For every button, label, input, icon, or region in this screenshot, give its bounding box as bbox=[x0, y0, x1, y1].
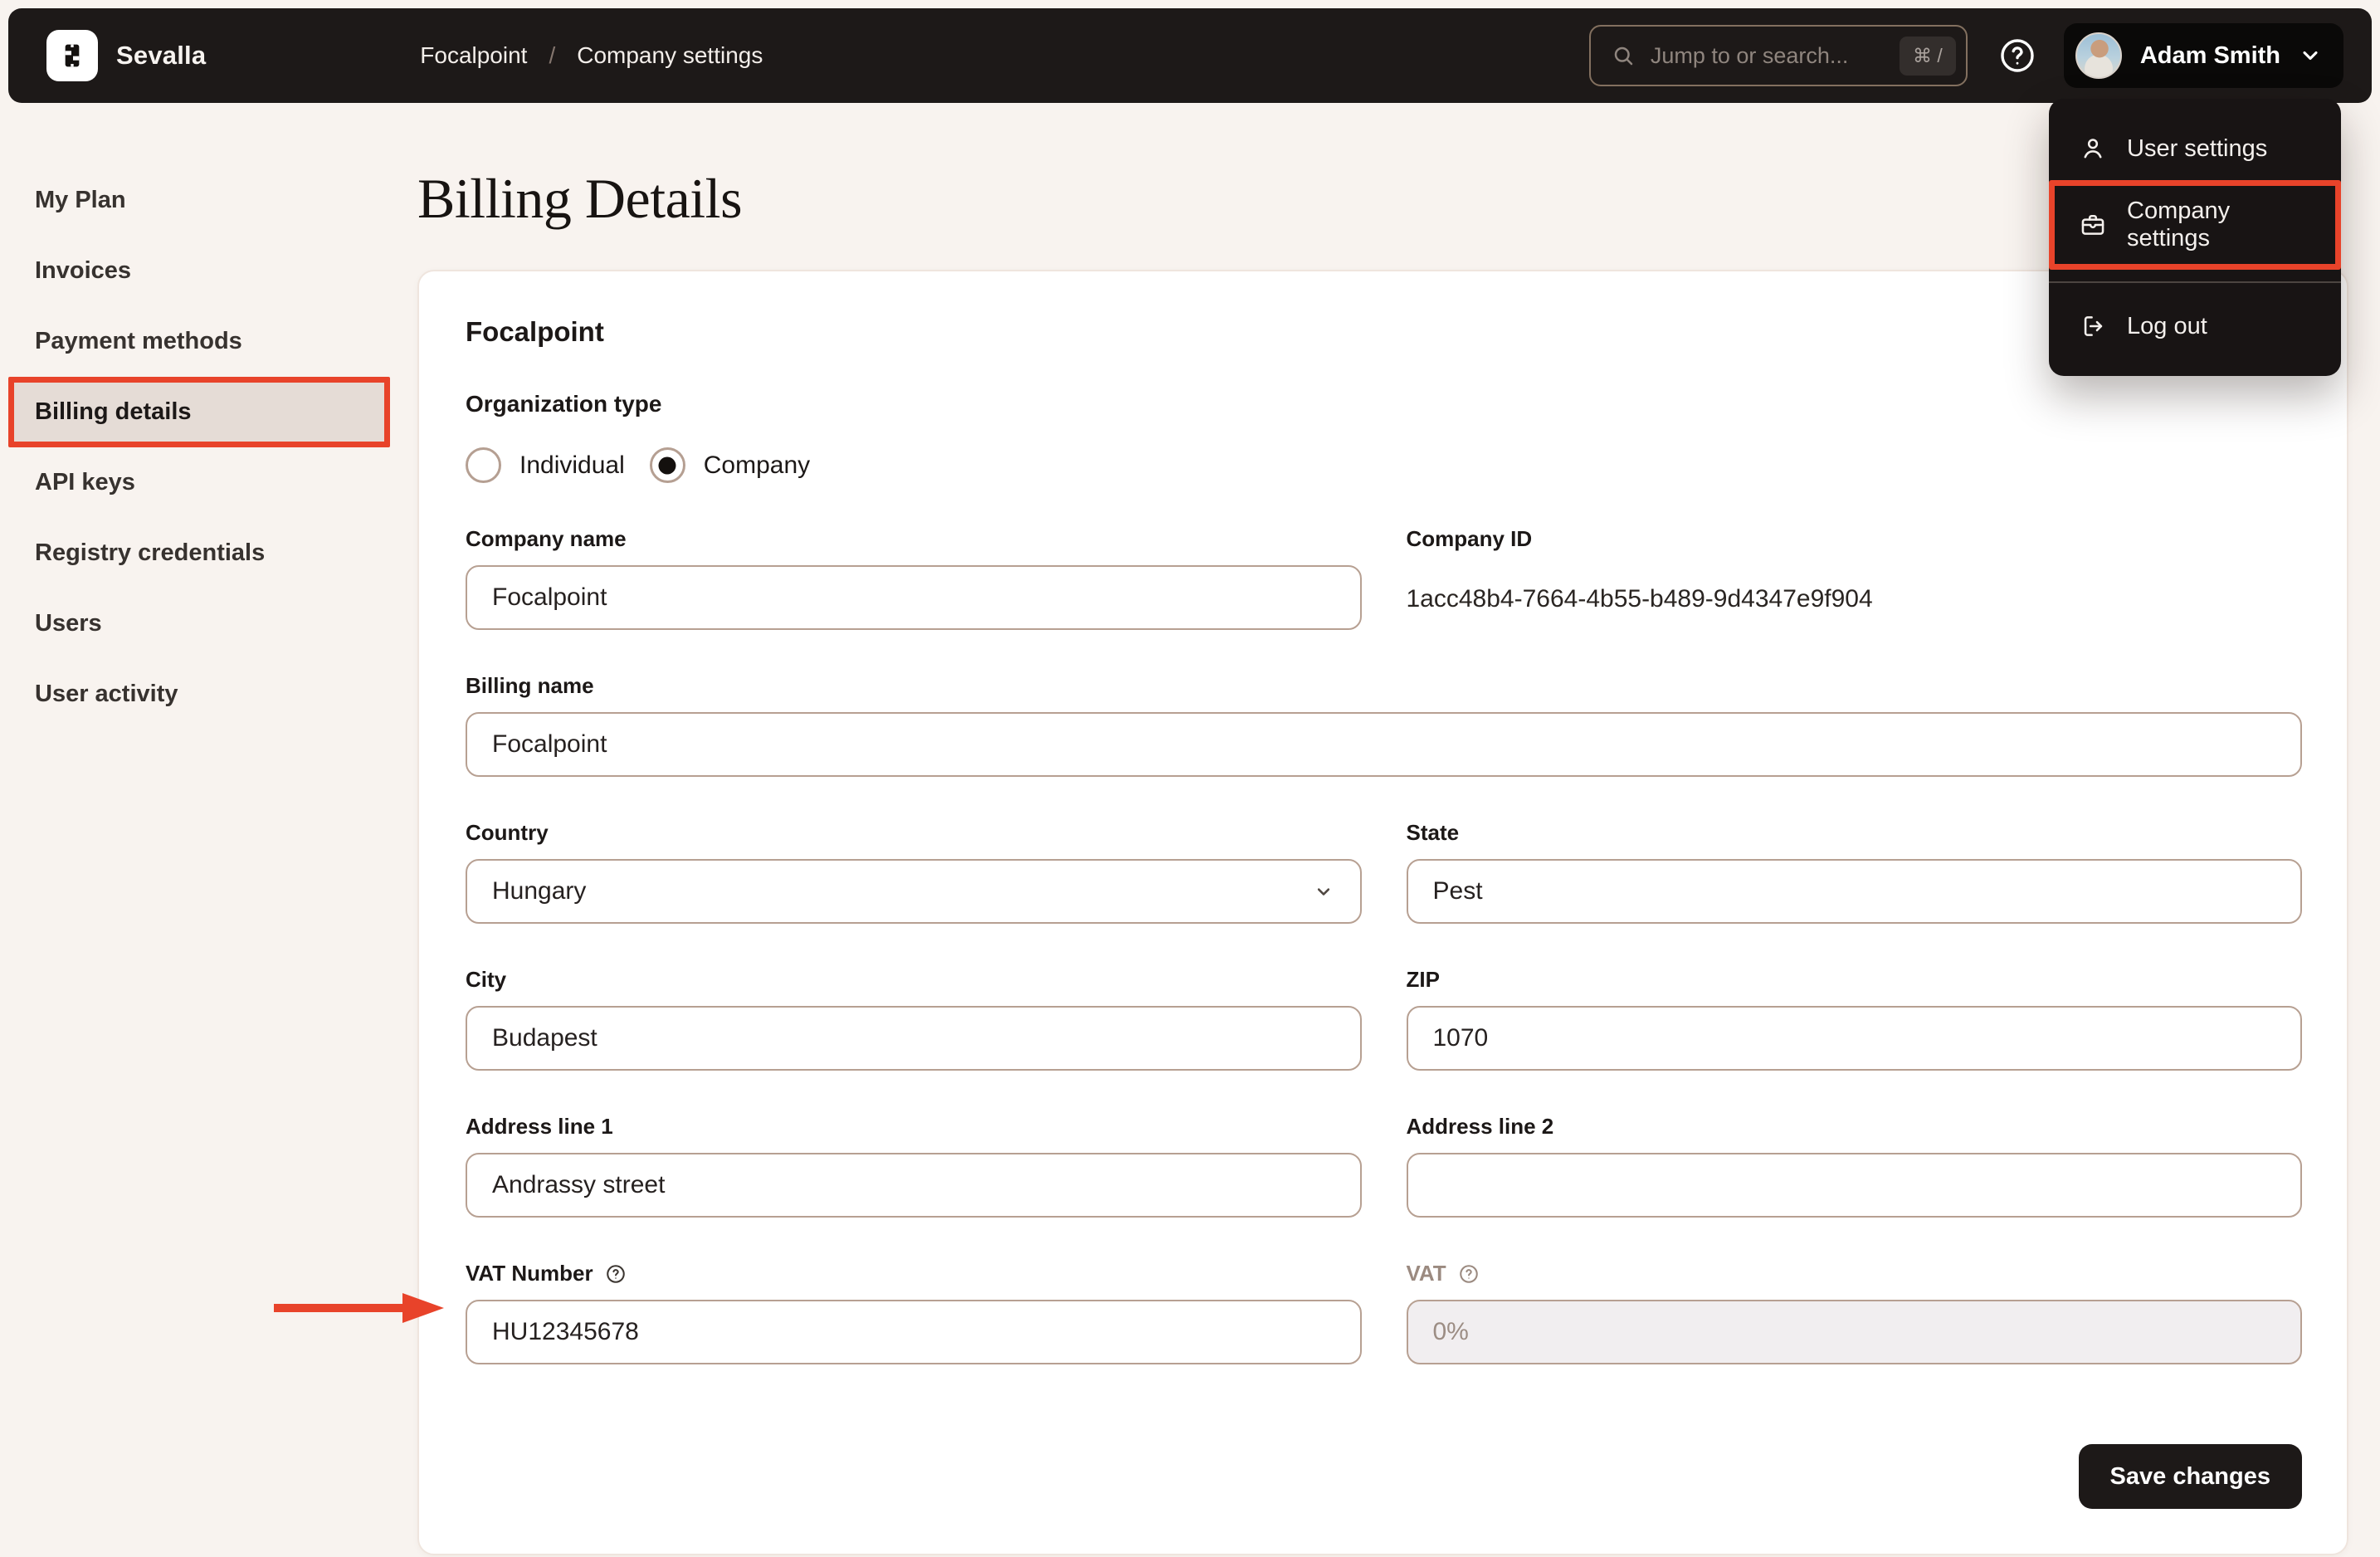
sidebar-item-invoices[interactable]: Invoices bbox=[8, 236, 390, 306]
radio-label-company: Company bbox=[703, 451, 811, 479]
sidebar: My Plan Invoices Payment methods Billing… bbox=[8, 165, 390, 730]
sidebar-item-my-plan[interactable]: My Plan bbox=[8, 165, 390, 236]
billing-name-label: Billing name bbox=[466, 673, 594, 698]
annotation-arrow bbox=[271, 1289, 447, 1327]
vat-label-text: VAT bbox=[1406, 1261, 1446, 1286]
menu-item-company-settings[interactable]: Company settings bbox=[2049, 180, 2341, 270]
brand[interactable]: Sevalla bbox=[46, 30, 206, 81]
city-label: City bbox=[466, 967, 507, 992]
user-name: Adam Smith bbox=[2139, 41, 2280, 69]
radio-circle-company[interactable] bbox=[649, 447, 685, 483]
address1-label: Address line 1 bbox=[466, 1114, 613, 1139]
radio-label-individual: Individual bbox=[519, 451, 625, 479]
breadcrumb-page[interactable]: Company settings bbox=[577, 42, 763, 69]
zip-input[interactable] bbox=[1406, 1006, 2302, 1071]
vat-help-icon[interactable] bbox=[1458, 1263, 1480, 1285]
organization-type-label: Organization type bbox=[466, 391, 662, 417]
menu-item-label: Company settings bbox=[2127, 198, 2231, 251]
menu-item-label: Log out bbox=[2127, 312, 2207, 339]
briefcase-icon bbox=[2079, 211, 2107, 239]
user-dropdown-menu: User settings Company settings Log out bbox=[2049, 99, 2341, 376]
state-group: State bbox=[1406, 820, 2302, 924]
zip-label: ZIP bbox=[1406, 967, 1440, 992]
country-label: Country bbox=[466, 820, 549, 845]
menu-item-label: User settings bbox=[2127, 134, 2268, 162]
address2-input[interactable] bbox=[1406, 1153, 2302, 1218]
user-menu-trigger[interactable]: Adam Smith bbox=[2063, 23, 2343, 88]
sidebar-item-payment-methods[interactable]: Payment methods bbox=[8, 306, 390, 377]
menu-item-user-settings[interactable]: User settings bbox=[2049, 117, 2341, 180]
billing-details-card: Focalpoint Organization type Individual … bbox=[417, 270, 2348, 1555]
help-icon[interactable] bbox=[1997, 36, 2037, 76]
topbar: Sevalla Focalpoint / Company settings Ju… bbox=[8, 8, 2372, 103]
address2-label: Address line 2 bbox=[1406, 1114, 1554, 1139]
vat-number-label: VAT Number bbox=[466, 1261, 1362, 1286]
vat-number-label-text: VAT Number bbox=[466, 1261, 593, 1286]
breadcrumb-separator: / bbox=[549, 42, 556, 68]
radio-individual[interactable]: Individual bbox=[466, 447, 625, 483]
breadcrumb-org[interactable]: Focalpoint bbox=[420, 42, 527, 69]
radio-company[interactable]: Company bbox=[649, 447, 811, 483]
address1-input[interactable] bbox=[466, 1153, 1362, 1218]
save-row: Save changes bbox=[466, 1444, 2302, 1509]
search-placeholder: Jump to or search... bbox=[1650, 42, 1849, 68]
global-search-input[interactable]: Jump to or search... ⌘ / bbox=[1588, 25, 1968, 86]
select-chevron-down-icon bbox=[1312, 880, 1335, 903]
company-name-input[interactable] bbox=[466, 565, 1362, 630]
sidebar-item-billing-details[interactable]: Billing details bbox=[8, 377, 390, 447]
sevalla-logo-icon bbox=[46, 30, 98, 81]
country-selected-value: Hungary bbox=[492, 877, 587, 905]
vat-number-input[interactable] bbox=[466, 1300, 1362, 1364]
search-icon bbox=[1611, 43, 1636, 68]
address1-group: Address line 1 bbox=[466, 1114, 1362, 1218]
billing-name-input[interactable] bbox=[466, 712, 2302, 777]
save-changes-button[interactable]: Save changes bbox=[2078, 1444, 2302, 1509]
zip-group: ZIP bbox=[1406, 967, 2302, 1071]
billing-form: Company name Company ID 1acc48b4-7664-4b… bbox=[466, 526, 2302, 1364]
user-icon bbox=[2079, 134, 2107, 163]
city-group: City bbox=[466, 967, 1362, 1071]
chevron-down-icon bbox=[2299, 44, 2322, 67]
sidebar-item-users[interactable]: Users bbox=[8, 588, 390, 659]
menu-item-log-out[interactable]: Log out bbox=[2049, 295, 2341, 358]
vat-label: VAT bbox=[1407, 1261, 2303, 1286]
company-id-group: Company ID 1acc48b4-7664-4b55-b489-9d434… bbox=[1407, 526, 2303, 630]
organization-type-group: Individual Company bbox=[466, 447, 2302, 483]
vat-group: VAT bbox=[1406, 1261, 2303, 1364]
vat-number-help-icon[interactable] bbox=[605, 1263, 627, 1285]
brand-name: Sevalla bbox=[116, 41, 207, 70]
state-input[interactable] bbox=[1406, 859, 2302, 924]
city-input[interactable] bbox=[466, 1006, 1362, 1071]
logout-icon bbox=[2079, 312, 2107, 340]
country-select[interactable]: Hungary bbox=[466, 859, 1362, 924]
card-title: Focalpoint bbox=[466, 316, 604, 347]
vat-number-group: VAT Number bbox=[466, 1261, 1362, 1364]
state-label: State bbox=[1406, 820, 1460, 845]
country-group: Country Hungary bbox=[466, 820, 1362, 924]
search-shortcut-badge: ⌘ / bbox=[1900, 36, 1956, 76]
sidebar-item-registry-credentials[interactable]: Registry credentials bbox=[8, 518, 390, 588]
company-id-value: 1acc48b4-7664-4b55-b489-9d4347e9f904 bbox=[1406, 585, 1873, 613]
address2-group: Address line 2 bbox=[1406, 1114, 2302, 1218]
breadcrumb: Focalpoint / Company settings bbox=[420, 42, 763, 69]
billing-name-group: Billing name bbox=[466, 673, 2302, 777]
radio-circle-individual[interactable] bbox=[466, 447, 501, 483]
sidebar-item-user-activity[interactable]: User activity bbox=[8, 659, 390, 730]
vat-input bbox=[1406, 1300, 2302, 1364]
company-name-label: Company name bbox=[466, 526, 627, 551]
sidebar-item-api-keys[interactable]: API keys bbox=[8, 447, 390, 518]
avatar bbox=[2075, 32, 2122, 79]
company-id-label: Company ID bbox=[1406, 526, 1533, 551]
menu-divider bbox=[2049, 281, 2341, 283]
company-name-group: Company name bbox=[466, 526, 1362, 630]
